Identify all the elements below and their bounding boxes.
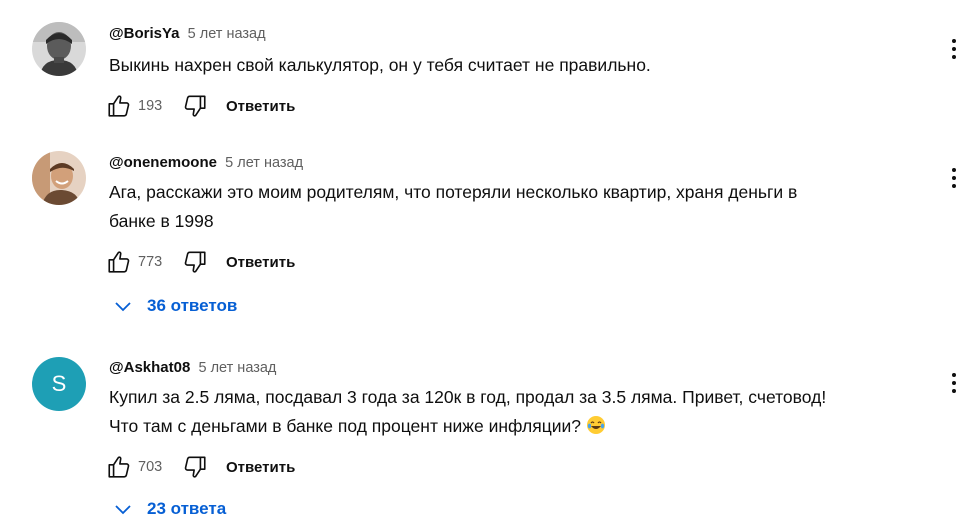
reply-button[interactable]: Ответить xyxy=(226,98,295,115)
author-name[interactable]: @onenemoone xyxy=(109,154,217,171)
like-count: 773 xyxy=(138,254,163,270)
like-button[interactable] xyxy=(104,91,134,121)
comment-text-line: банке в 1998 xyxy=(109,211,214,231)
thumbs-up-icon xyxy=(108,251,130,273)
comment-text: Купил за 2.5 ляма, посдавал 3 года за 12… xyxy=(109,383,826,444)
author-name[interactable]: @BorisYa xyxy=(109,25,180,42)
chevron-down-icon xyxy=(113,499,133,519)
dislike-button[interactable] xyxy=(180,452,210,482)
laughing-emoji-icon xyxy=(586,415,606,444)
comment-text-line: Выкинь нахрен свой калькулятор, он у теб… xyxy=(109,55,651,75)
more-vert-icon[interactable] xyxy=(942,34,966,64)
comment-text-line: Что там с деньгами в банке под процент н… xyxy=(109,416,582,436)
comment-actions: 773 Ответить xyxy=(104,247,295,277)
comment-header: @Askhat08 5 лет назад xyxy=(109,359,276,376)
chevron-down-icon xyxy=(113,296,133,316)
comment-header: @BorisYa 5 лет назад xyxy=(109,25,266,42)
author-name[interactable]: @Askhat08 xyxy=(109,359,190,376)
timestamp[interactable]: 5 лет назад xyxy=(199,360,277,376)
more-vert-icon[interactable] xyxy=(942,368,966,398)
comment-text: Ага, расскажи это моим родителям, что по… xyxy=(109,178,797,236)
timestamp[interactable]: 5 лет назад xyxy=(225,155,303,171)
thumbs-down-icon xyxy=(184,456,206,478)
comment-text-line: Купил за 2.5 ляма, посдавал 3 года за 12… xyxy=(109,387,827,407)
thumbs-up-icon xyxy=(108,456,130,478)
like-button[interactable] xyxy=(104,452,134,482)
like-count: 703 xyxy=(138,459,163,475)
comment-text-line-with-emoji: Что там с деньгами в банке под процент н… xyxy=(109,412,826,444)
avatar-letter: S xyxy=(51,371,67,396)
avatar[interactable] xyxy=(32,151,86,205)
like-count: 193 xyxy=(138,98,163,114)
avatar-photo xyxy=(32,151,86,205)
dislike-button[interactable] xyxy=(180,247,210,277)
comment-header: @onenemoone 5 лет назад xyxy=(109,154,303,171)
thumbs-up-icon xyxy=(108,95,130,117)
more-vert-icon[interactable] xyxy=(942,163,966,193)
avatar[interactable]: S xyxy=(32,357,86,411)
show-replies-button[interactable]: 23 ответа xyxy=(113,499,226,519)
thumbs-down-icon xyxy=(184,251,206,273)
like-button[interactable] xyxy=(104,247,134,277)
avatar[interactable] xyxy=(32,22,86,76)
thumbs-down-icon xyxy=(184,95,206,117)
comment-actions: 703 Ответить xyxy=(104,452,295,482)
reply-button[interactable]: Ответить xyxy=(226,459,295,476)
dislike-button[interactable] xyxy=(180,91,210,121)
comment-actions: 193 Ответить xyxy=(104,91,295,121)
replies-count-label: 23 ответа xyxy=(147,499,227,518)
timestamp[interactable]: 5 лет назад xyxy=(188,26,266,42)
avatar-photo xyxy=(32,22,86,76)
comment-text-line: Ага, расскажи это моим родителям, что по… xyxy=(109,182,798,202)
reply-button[interactable]: Ответить xyxy=(226,254,295,271)
show-replies-button[interactable]: 36 ответов xyxy=(113,296,237,316)
replies-count-label: 36 ответов xyxy=(147,296,238,315)
comment-text: Выкинь нахрен свой калькулятор, он у теб… xyxy=(109,51,651,80)
